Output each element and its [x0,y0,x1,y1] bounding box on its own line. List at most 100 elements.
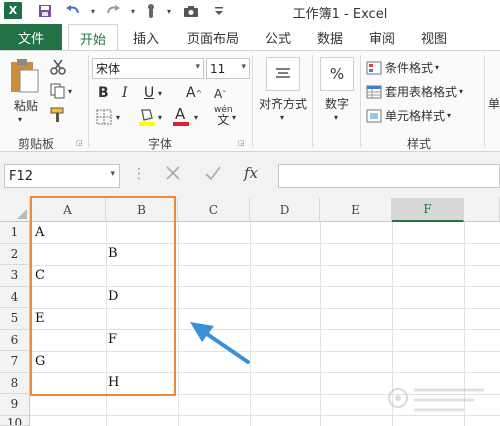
row-header-7[interactable]: 7 [0,351,30,373]
fill-color-icon[interactable] [138,107,156,127]
column-header-e[interactable]: E [320,198,392,222]
tab-formulas[interactable]: 公式 [258,24,298,50]
format-painter-icon[interactable] [50,107,66,123]
conditional-formatting-icon [366,61,382,74]
paste-icon[interactable] [8,57,42,97]
shrink-font-label: A [214,87,223,101]
tab-review[interactable]: 审阅 [362,24,402,50]
alignment-button[interactable]: 对齐方式 [256,95,310,112]
confirm-entry-icon[interactable] [204,164,222,185]
cancel-entry-icon[interactable] [164,164,182,185]
redo-dropdown-icon[interactable]: ▾ [124,2,142,20]
borders-icon[interactable] [96,109,112,125]
touch-mode-icon[interactable] [142,2,160,20]
format-as-table-label: 套用表格格式 [385,85,458,99]
redo-icon[interactable] [104,2,122,20]
group-separator [88,55,89,147]
chevron-down-icon: ▾ [241,62,246,72]
tab-view[interactable]: 视图 [414,24,454,50]
formula-bar: F12 ▾ ⋮ fx [0,152,500,198]
tab-home[interactable]: 开始 [68,24,118,51]
font-color-dropdown-icon[interactable]: ▾ [194,113,198,122]
baidu-watermark-logo [384,380,494,420]
ribbon: 粘贴 ▾ ▾ 剪贴板 ◲ 宋体 ▾ 11 ▾ B I U ▾ A ^ Aˇ ▾ ▾… [0,50,500,152]
customize-qat-icon[interactable] [210,2,228,20]
tab-page-layout[interactable]: 页面布局 [178,24,248,50]
tab-data[interactable]: 数据 [310,24,350,50]
underline-dropdown-icon[interactable]: ▾ [158,89,162,98]
shrink-font-button[interactable]: Aˇ [214,87,226,101]
gridline [320,222,321,426]
row-header-1[interactable]: 1 [0,222,30,244]
font-launcher-icon[interactable]: ◲ [238,139,246,147]
format-as-table-icon [366,85,382,98]
bold-button[interactable]: B [98,85,109,101]
formula-bar-grip-icon: ⋮ [132,166,146,182]
cell-styles-icon [366,109,382,122]
tab-file[interactable]: 文件 [0,24,62,50]
copy-dropdown-icon[interactable]: ▾ [68,87,72,96]
svg-text:A: A [175,105,186,123]
cut-icon[interactable] [50,59,66,75]
number-format-button[interactable]: % [320,57,354,91]
save-icon[interactable] [36,2,54,20]
name-box[interactable]: F12 ▾ [4,164,120,188]
formula-input[interactable] [278,164,500,188]
font-size-select[interactable]: 11 ▾ [206,58,250,79]
chevron-down-icon: ▾ [195,62,200,72]
conditional-formatting-label: 条件格式 [385,61,434,75]
column-header-f[interactable]: F [392,198,464,222]
clipboard-launcher-icon[interactable]: ◲ [76,139,84,147]
font-name-select[interactable]: 宋体 ▾ [92,58,204,79]
row-header-5[interactable]: 5 [0,308,30,330]
row-header-8[interactable]: 8 [0,372,30,394]
touch-dropdown-icon[interactable]: ▾ [160,2,178,20]
select-all-icon [17,209,27,219]
grow-font-button[interactable]: A ^ [186,85,202,101]
undo-icon[interactable] [64,2,82,20]
phonetic-glyph-icon: 文 [217,113,230,127]
conditional-formatting-button[interactable]: 条件格式 ▾ [366,59,439,76]
phonetic-dropdown-icon[interactable]: ▾ [232,113,236,122]
font-color-icon[interactable]: A [172,105,190,127]
copy-icon[interactable] [50,83,66,99]
column-header-d[interactable]: D [250,198,320,222]
format-as-table-button[interactable]: 套用表格格式 ▾ [366,83,463,100]
group-separator [360,55,361,147]
italic-button[interactable]: I [122,85,128,101]
phonetic-guide-button[interactable]: wén 文 [214,105,233,127]
tab-insert[interactable]: 插入 [126,24,166,50]
underline-button[interactable]: U [144,85,154,101]
excel-logo-icon: X [4,2,22,19]
highlight-annotation-box [30,196,176,396]
row-header-6[interactable]: 6 [0,329,30,351]
paste-dropdown-icon[interactable]: ▾ [18,115,22,124]
grow-font-label: A [186,85,196,101]
cell-styles-label: 单元格样式 [385,109,446,123]
row-header-2[interactable]: 2 [0,243,30,265]
alignment-dropdown-icon[interactable]: ▾ [280,113,284,122]
alignment-icon[interactable] [266,57,300,91]
number-group-label[interactable]: 数字 [320,95,354,112]
group-separator [312,55,313,147]
row-header-9[interactable]: 9 [0,394,30,416]
borders-dropdown-icon[interactable]: ▾ [116,113,120,122]
window-title: 工作簿1 - Excel [292,7,388,22]
select-all-corner[interactable] [0,198,30,222]
cell-styles-button[interactable]: 单元格样式 ▾ [366,107,451,124]
insert-function-button[interactable]: fx [244,164,258,182]
undo-dropdown-icon[interactable]: ▾ [84,2,102,20]
font-name-value: 宋体 [96,62,121,76]
group-separator [252,55,253,147]
camera-icon[interactable] [182,2,200,20]
number-dropdown-icon[interactable]: ▾ [334,113,338,122]
cells-group-partial[interactable]: 单 [488,95,500,112]
gridline [178,222,179,426]
column-header-g-partial[interactable] [464,198,500,222]
row-header-3[interactable]: 3 [0,265,30,287]
fill-color-dropdown-icon[interactable]: ▾ [158,113,162,122]
column-header-c[interactable]: C [178,198,250,222]
paste-button[interactable]: 粘贴 [10,97,42,114]
row-header-4[interactable]: 4 [0,286,30,308]
row-header-10[interactable]: 10 [0,415,30,426]
